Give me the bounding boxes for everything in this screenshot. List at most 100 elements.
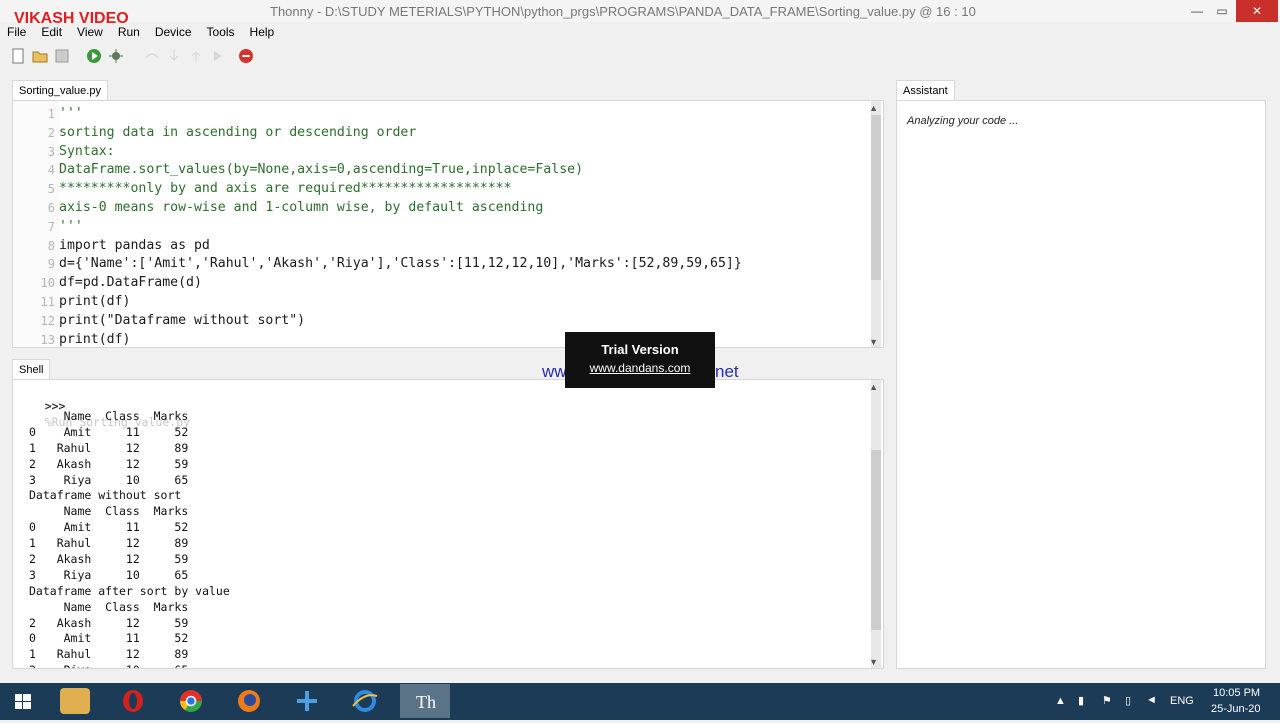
code-line[interactable]: axis-0 means row-wise and 1-column wise,…	[59, 199, 742, 218]
taskbar: Th ▲ ▮ ⚑ ▯ ◄ ENG 10:05 PM 25-Jun-20	[0, 683, 1280, 720]
line-number: 4	[47, 163, 55, 178]
menu-device[interactable]: Device	[148, 23, 200, 41]
shell-output-line: 0 Amit 11 52	[29, 424, 189, 439]
partial-url-right: net	[715, 362, 739, 381]
tray-date[interactable]: 25-Jun-20	[1211, 703, 1261, 715]
windows-start-icon[interactable]	[8, 688, 38, 714]
trial-title: Trial Version	[601, 342, 679, 357]
tray-network-icon[interactable]: ▮	[1078, 694, 1084, 707]
window-titlebar: Thonny - D:\STUDY METERIALS\PYTHON\pytho…	[0, 0, 1280, 22]
debug-icon[interactable]	[108, 48, 124, 64]
window-title: Thonny - D:\STUDY METERIALS\PYTHON\pytho…	[270, 4, 976, 19]
menu-file[interactable]: File	[0, 23, 34, 41]
shell-output-line: Name Class Marks	[29, 599, 189, 614]
resume-icon[interactable]	[210, 48, 226, 64]
shell-output-line: Dataframe without sort	[29, 488, 182, 503]
code-line[interactable]: import pandas as pd	[59, 237, 742, 256]
editor-pane[interactable]: 1 2 3 4 5 6 7 8 9 10 11 12 13 ''' sorting data in asc…	[12, 100, 884, 348]
assistant-pane: Analyzing your code ...	[896, 100, 1266, 669]
shell-output-line: 2 Akash 12 59	[29, 552, 189, 567]
menu-edit[interactable]: Edit	[34, 23, 70, 41]
menu-bar: File Edit View Run Device Tools Help	[0, 23, 1280, 41]
code-line[interactable]: '''	[59, 218, 742, 237]
code-line[interactable]: sorting data in ascending or descending …	[59, 124, 742, 143]
line-number: 1	[47, 107, 55, 121]
menu-run[interactable]: Run	[111, 23, 148, 41]
line-number: 3	[47, 144, 55, 159]
shell-scroll-down-icon[interactable]: ▼	[869, 657, 878, 667]
code-line[interactable]: print("Dataframe without sort")	[59, 312, 742, 331]
line-number: 5	[47, 182, 55, 197]
minimize-button[interactable]: —	[1183, 0, 1211, 22]
tab-shell[interactable]: Shell	[12, 359, 51, 379]
tray-flag-icon[interactable]: ⚑	[1102, 694, 1112, 707]
shell-output-line: 0 Amit 11 52	[29, 520, 189, 535]
shell-scroll-up-icon[interactable]: ▲	[869, 382, 878, 392]
open-folder-icon[interactable]	[32, 48, 48, 64]
tray-time[interactable]: 10:05 PM	[1213, 687, 1260, 699]
code-area[interactable]: ''' sorting data in ascending or descendi…	[59, 105, 742, 347]
shell-scroll-thumb[interactable]	[871, 450, 881, 630]
maximize-button[interactable]: ▭	[1208, 0, 1236, 22]
close-button[interactable]: ✕	[1236, 0, 1278, 22]
partial-url-left: ww	[542, 362, 567, 381]
scroll-down-icon[interactable]: ▼	[869, 337, 878, 347]
step-out-icon[interactable]	[188, 48, 204, 64]
svg-text:Th: Th	[416, 692, 436, 712]
toolbar	[10, 46, 254, 66]
code-line[interactable]: '''	[59, 105, 742, 124]
tray-up-icon[interactable]: ▲	[1055, 695, 1066, 707]
stop-icon[interactable]	[238, 48, 254, 64]
step-over-icon[interactable]	[144, 48, 160, 64]
code-line[interactable]: print(df)	[59, 293, 742, 312]
tray-volume-icon[interactable]: ◄	[1146, 694, 1157, 706]
tray-language[interactable]: ENG	[1170, 695, 1194, 707]
menu-view[interactable]: View	[70, 23, 111, 41]
menu-help[interactable]: Help	[243, 23, 283, 41]
code-line[interactable]: DataFrame.sort_values(by=None,axis=0,asc…	[59, 161, 742, 180]
shell-scrollbar[interactable]: ▲ ▼	[869, 380, 881, 668]
shell-pane[interactable]: >>> %Run Sorting_value.py Name Class Mar…	[12, 379, 884, 669]
code-line[interactable]: d={'Name':['Amit','Rahul','Akash','Riya'…	[59, 255, 742, 274]
app-cross-icon[interactable]	[292, 688, 322, 714]
internet-explorer-icon[interactable]	[350, 688, 380, 714]
line-number: 2	[47, 125, 55, 140]
shell-output-line: 0 Amit 11 52	[29, 631, 189, 646]
line-number: 12	[40, 313, 55, 328]
firefox-icon[interactable]	[234, 688, 264, 714]
shell-output-line: 1 Rahul 12 89	[29, 536, 189, 551]
editor-scrollbar[interactable]: ▲ ▼	[869, 101, 881, 347]
shell-output-line: 1 Rahul 12 89	[29, 647, 189, 662]
shell-output-line: Name Class Marks	[29, 409, 189, 423]
line-number: 9	[47, 257, 55, 272]
step-into-icon[interactable]	[166, 48, 182, 64]
editor-scroll-thumb[interactable]	[871, 115, 881, 280]
shell-output-line: 2 Akash 12 59	[29, 456, 189, 471]
line-number: 6	[47, 200, 55, 215]
shell-output-line: 3 Riya 10 65	[29, 567, 189, 582]
run-icon[interactable]	[86, 48, 102, 64]
shell-output-line: Name Class Marks	[29, 504, 189, 519]
opera-icon[interactable]	[118, 688, 148, 714]
new-file-icon[interactable]	[10, 48, 26, 64]
thonny-taskbar-icon[interactable]: Th	[400, 684, 450, 718]
menu-tools[interactable]: Tools	[200, 23, 243, 41]
line-number: 11	[40, 294, 55, 309]
line-number: 7	[47, 219, 55, 234]
shell-output: Name Class Marks 0 Amit 11 52 1 Rahul 12 8…	[29, 409, 230, 668]
code-line[interactable]: df=pd.DataFrame(d)	[59, 274, 742, 293]
line-number: 10	[40, 276, 55, 291]
shell-output-line: 3 Riya 10 65	[29, 472, 189, 487]
line-number: 13	[40, 332, 55, 347]
tab-assistant[interactable]: Assistant	[896, 80, 955, 100]
line-number: 8	[47, 238, 55, 253]
chrome-icon[interactable]	[176, 688, 206, 714]
tab-sorting-value[interactable]: Sorting_value.py	[12, 80, 108, 100]
code-line[interactable]: Syntax:	[59, 143, 742, 162]
trial-url[interactable]: www.dandans.com	[565, 361, 715, 375]
tray-battery-icon[interactable]: ▯	[1125, 694, 1131, 707]
scroll-up-icon[interactable]: ▲	[869, 103, 878, 113]
file-explorer-icon[interactable]	[60, 688, 90, 714]
code-line[interactable]: *********only by and axis are required**…	[59, 180, 742, 199]
save-icon[interactable]	[54, 48, 70, 64]
